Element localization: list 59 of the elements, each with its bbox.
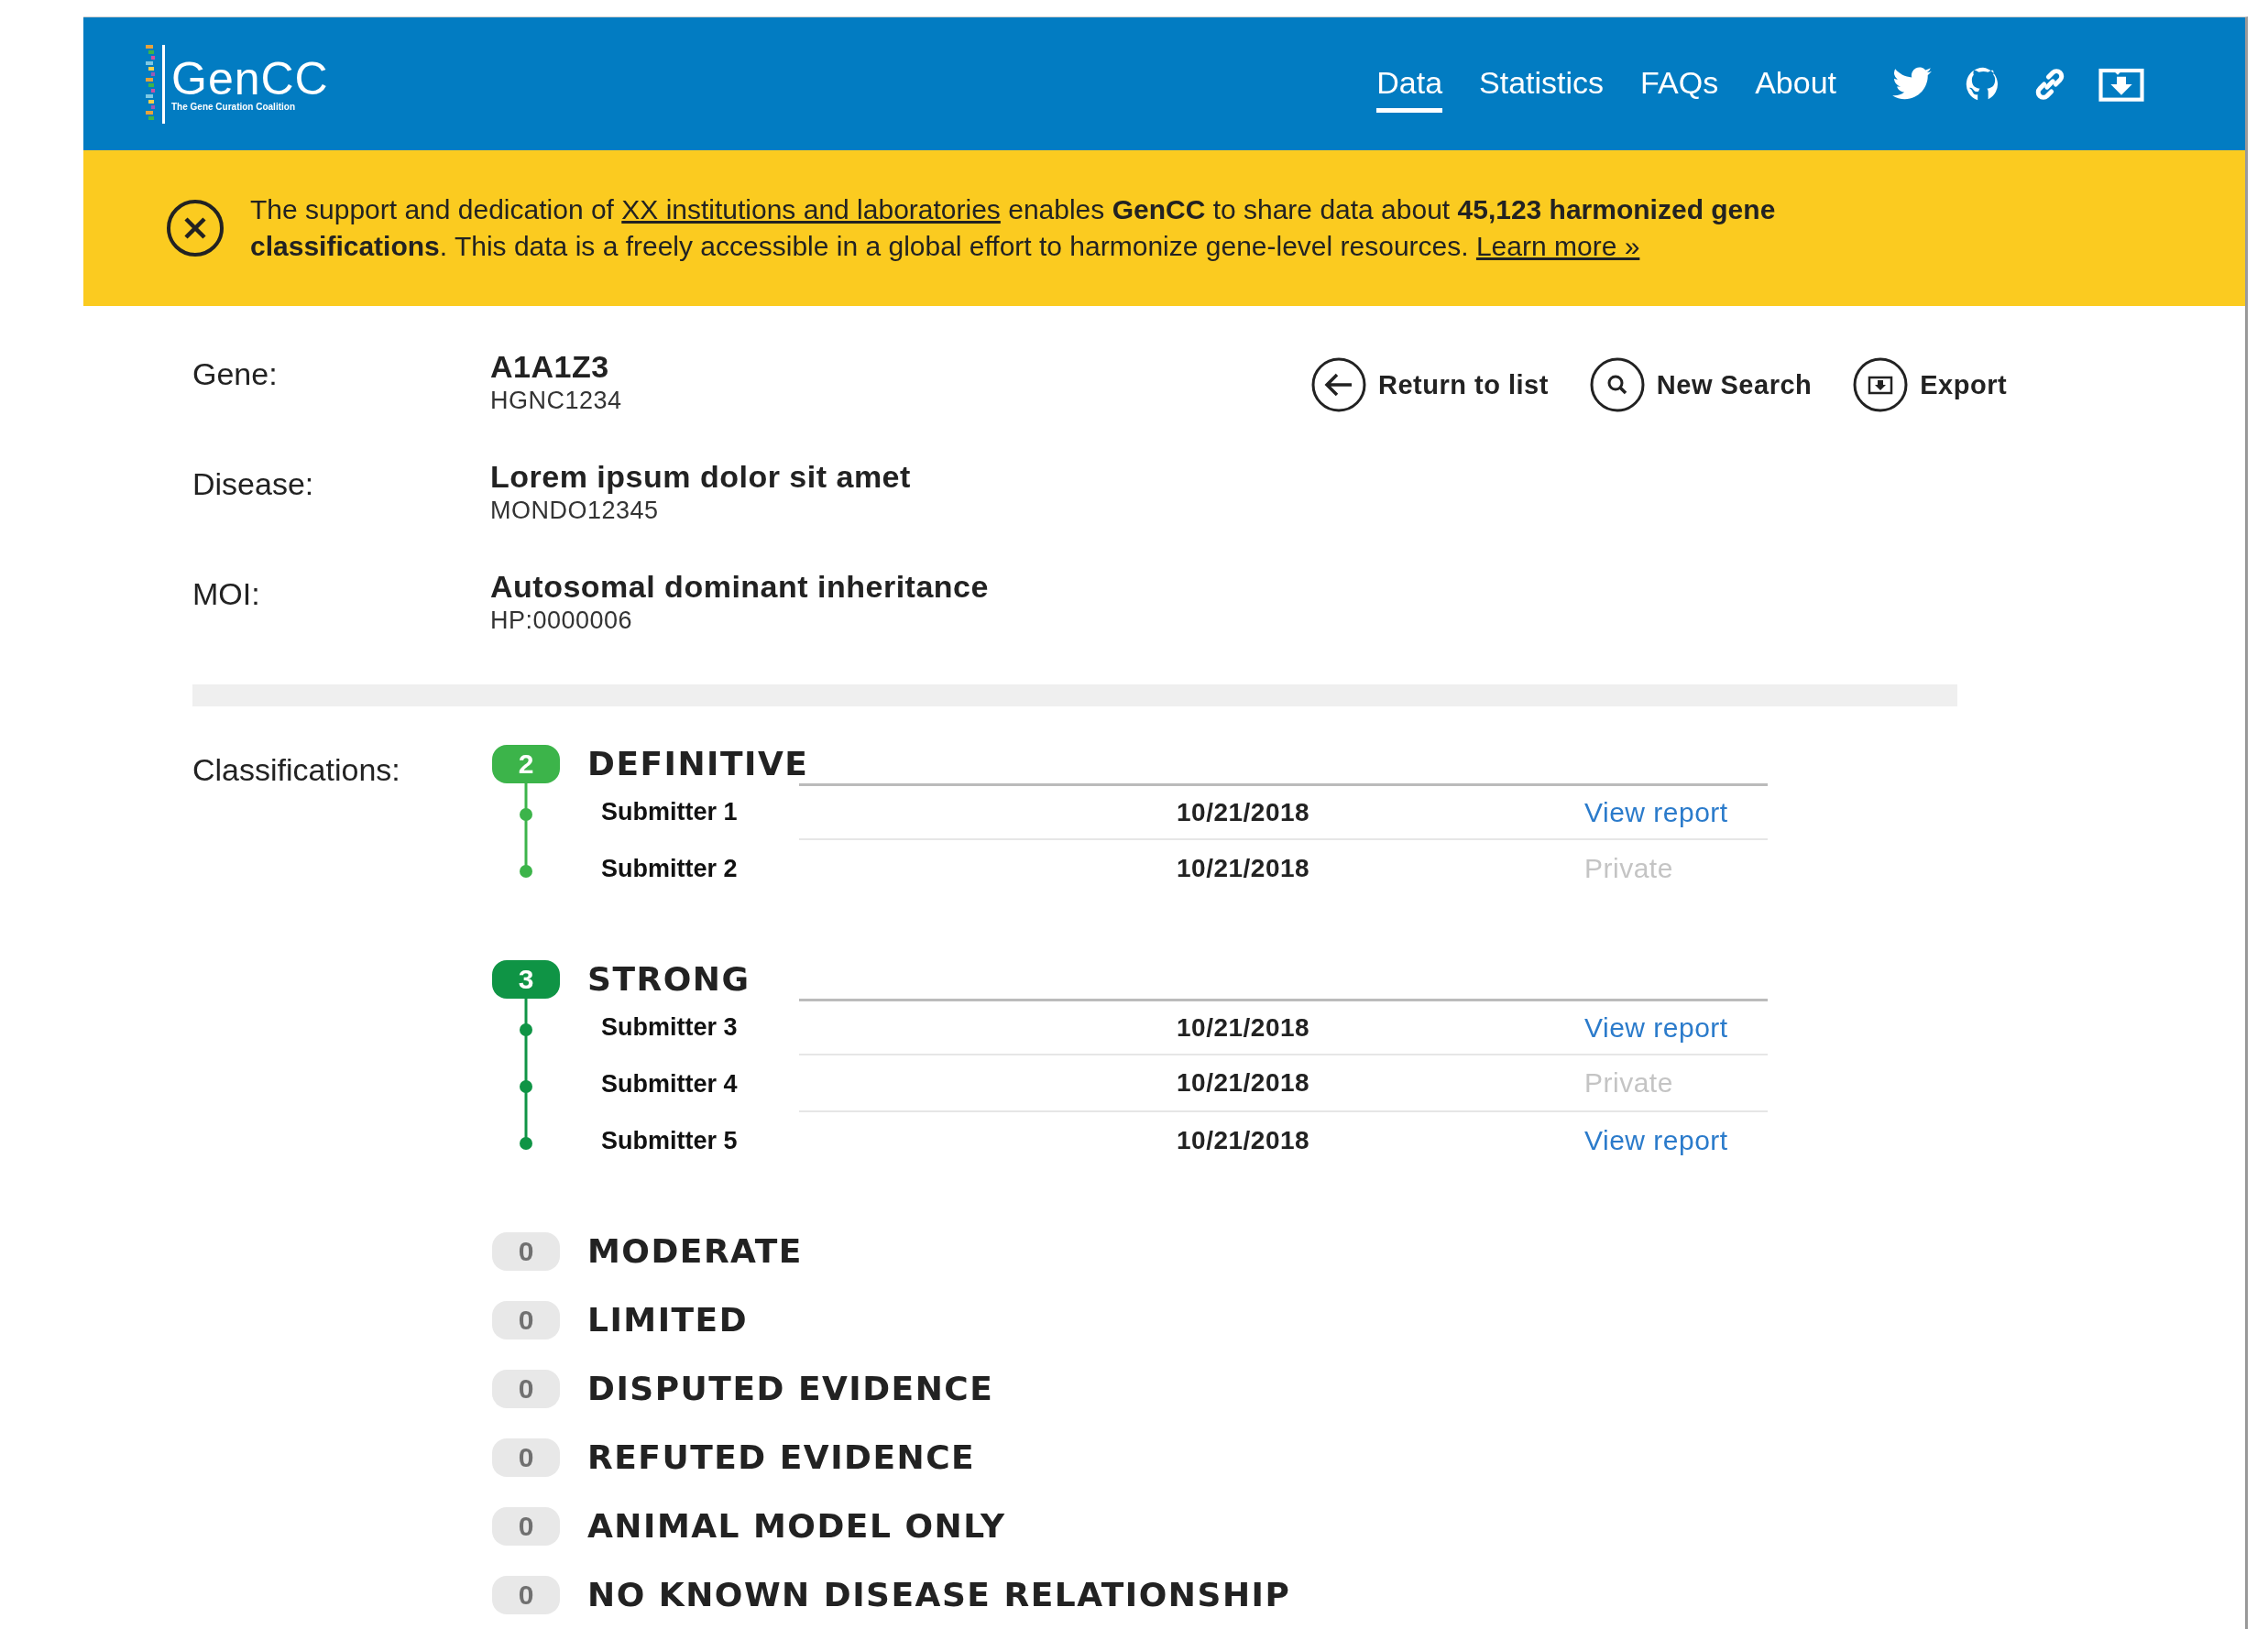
count-badge: 3 — [492, 960, 560, 999]
export-icon — [1852, 356, 1910, 413]
count-badge: 0 — [492, 1576, 560, 1614]
count-badge: 0 — [492, 1301, 560, 1339]
classification-title: NO KNOWN DISEASE RELATIONSHIP — [587, 1576, 1292, 1614]
logo-mark-icon — [146, 44, 166, 124]
count-badge: 0 — [492, 1438, 560, 1477]
private-label: Private — [1584, 1067, 1673, 1099]
submission-date: 10/21/2018 — [1177, 1012, 1311, 1043]
nav-tab[interactable]: About — [1755, 55, 1836, 113]
view-report-link[interactable]: View report — [1584, 1125, 1728, 1156]
search-icon — [1588, 356, 1646, 413]
section-label: Classifications: — [192, 751, 401, 789]
count-badge: 0 — [492, 1507, 560, 1546]
submission-date: 10/21/2018 — [1177, 797, 1311, 827]
classification-title: MODERATE — [587, 1232, 804, 1271]
submission-date: 10/21/2018 — [1177, 1068, 1311, 1098]
private-label: Private — [1584, 853, 1673, 884]
classification-title: ANIMAL MODEL ONLY — [587, 1507, 1007, 1546]
field-value: Lorem ipsum dolor sit amet — [490, 458, 911, 496]
field-id: MONDO12345 — [490, 496, 659, 525]
logo-name: GenCC — [171, 56, 329, 102]
classification-title: DEFINITIVE — [587, 745, 810, 783]
field-label: MOI: — [192, 575, 261, 613]
submitter-name: Submitter 4 — [600, 1069, 739, 1099]
classification-title: LIMITED — [587, 1301, 750, 1339]
field-label: Disease: — [192, 465, 315, 503]
banner-link[interactable]: XX institutions and laboratories — [621, 194, 1001, 224]
submission-date: 10/21/2018 — [1177, 1126, 1311, 1155]
field-id: HGNC1234 — [490, 386, 622, 415]
banner-text: The support and dedication of XX institutions and laboratories enables GenCC to share data about 45,123 harmonized gene classifications. This data is a freely accessible in a global effort to harmonize gene-level resources. Learn more » — [250, 193, 1777, 263]
close-icon[interactable] — [166, 199, 225, 257]
field-value: Autosomal dominant inheritance — [490, 568, 989, 606]
field-label: Gene: — [192, 355, 279, 393]
count-badge: 2 — [492, 745, 560, 783]
classification-title: DISPUTED EVIDENCE — [587, 1370, 995, 1408]
submitter-name: Submitter 1 — [600, 797, 739, 826]
submitter-name: Submitter 5 — [600, 1126, 739, 1155]
nav-tab[interactable]: FAQs — [1640, 55, 1719, 113]
submission-date: 10/21/2018 — [1177, 854, 1311, 883]
view-report-link[interactable]: View report — [1584, 796, 1728, 828]
field-id: HP:0000006 — [490, 606, 633, 635]
submitter-name: Submitter 3 — [600, 1012, 739, 1042]
logo-tagline: The Gene Curation Coalition — [171, 102, 296, 112]
count-badge: 0 — [492, 1232, 560, 1271]
nav-tab[interactable]: Statistics — [1479, 55, 1605, 113]
submitter-name: Submitter 2 — [600, 854, 739, 883]
classification-title: REFUTED EVIDENCE — [587, 1438, 977, 1477]
new-search-button[interactable]: New Search — [1588, 356, 1813, 413]
return-button[interactable]: Return to list — [1310, 356, 1549, 413]
view-report-link[interactable]: View report — [1584, 1011, 1728, 1044]
arrow-left-icon — [1310, 356, 1367, 413]
field-value: A1A1Z3 — [490, 348, 609, 386]
bird-icon[interactable] — [1891, 66, 1934, 102]
count-badge: 0 — [492, 1370, 560, 1408]
classification-title: STRONG — [587, 960, 751, 999]
banner-link[interactable]: Learn more » — [1475, 231, 1640, 261]
nav-tab[interactable]: Data — [1376, 55, 1443, 113]
export-button[interactable]: Export — [1852, 356, 2008, 413]
